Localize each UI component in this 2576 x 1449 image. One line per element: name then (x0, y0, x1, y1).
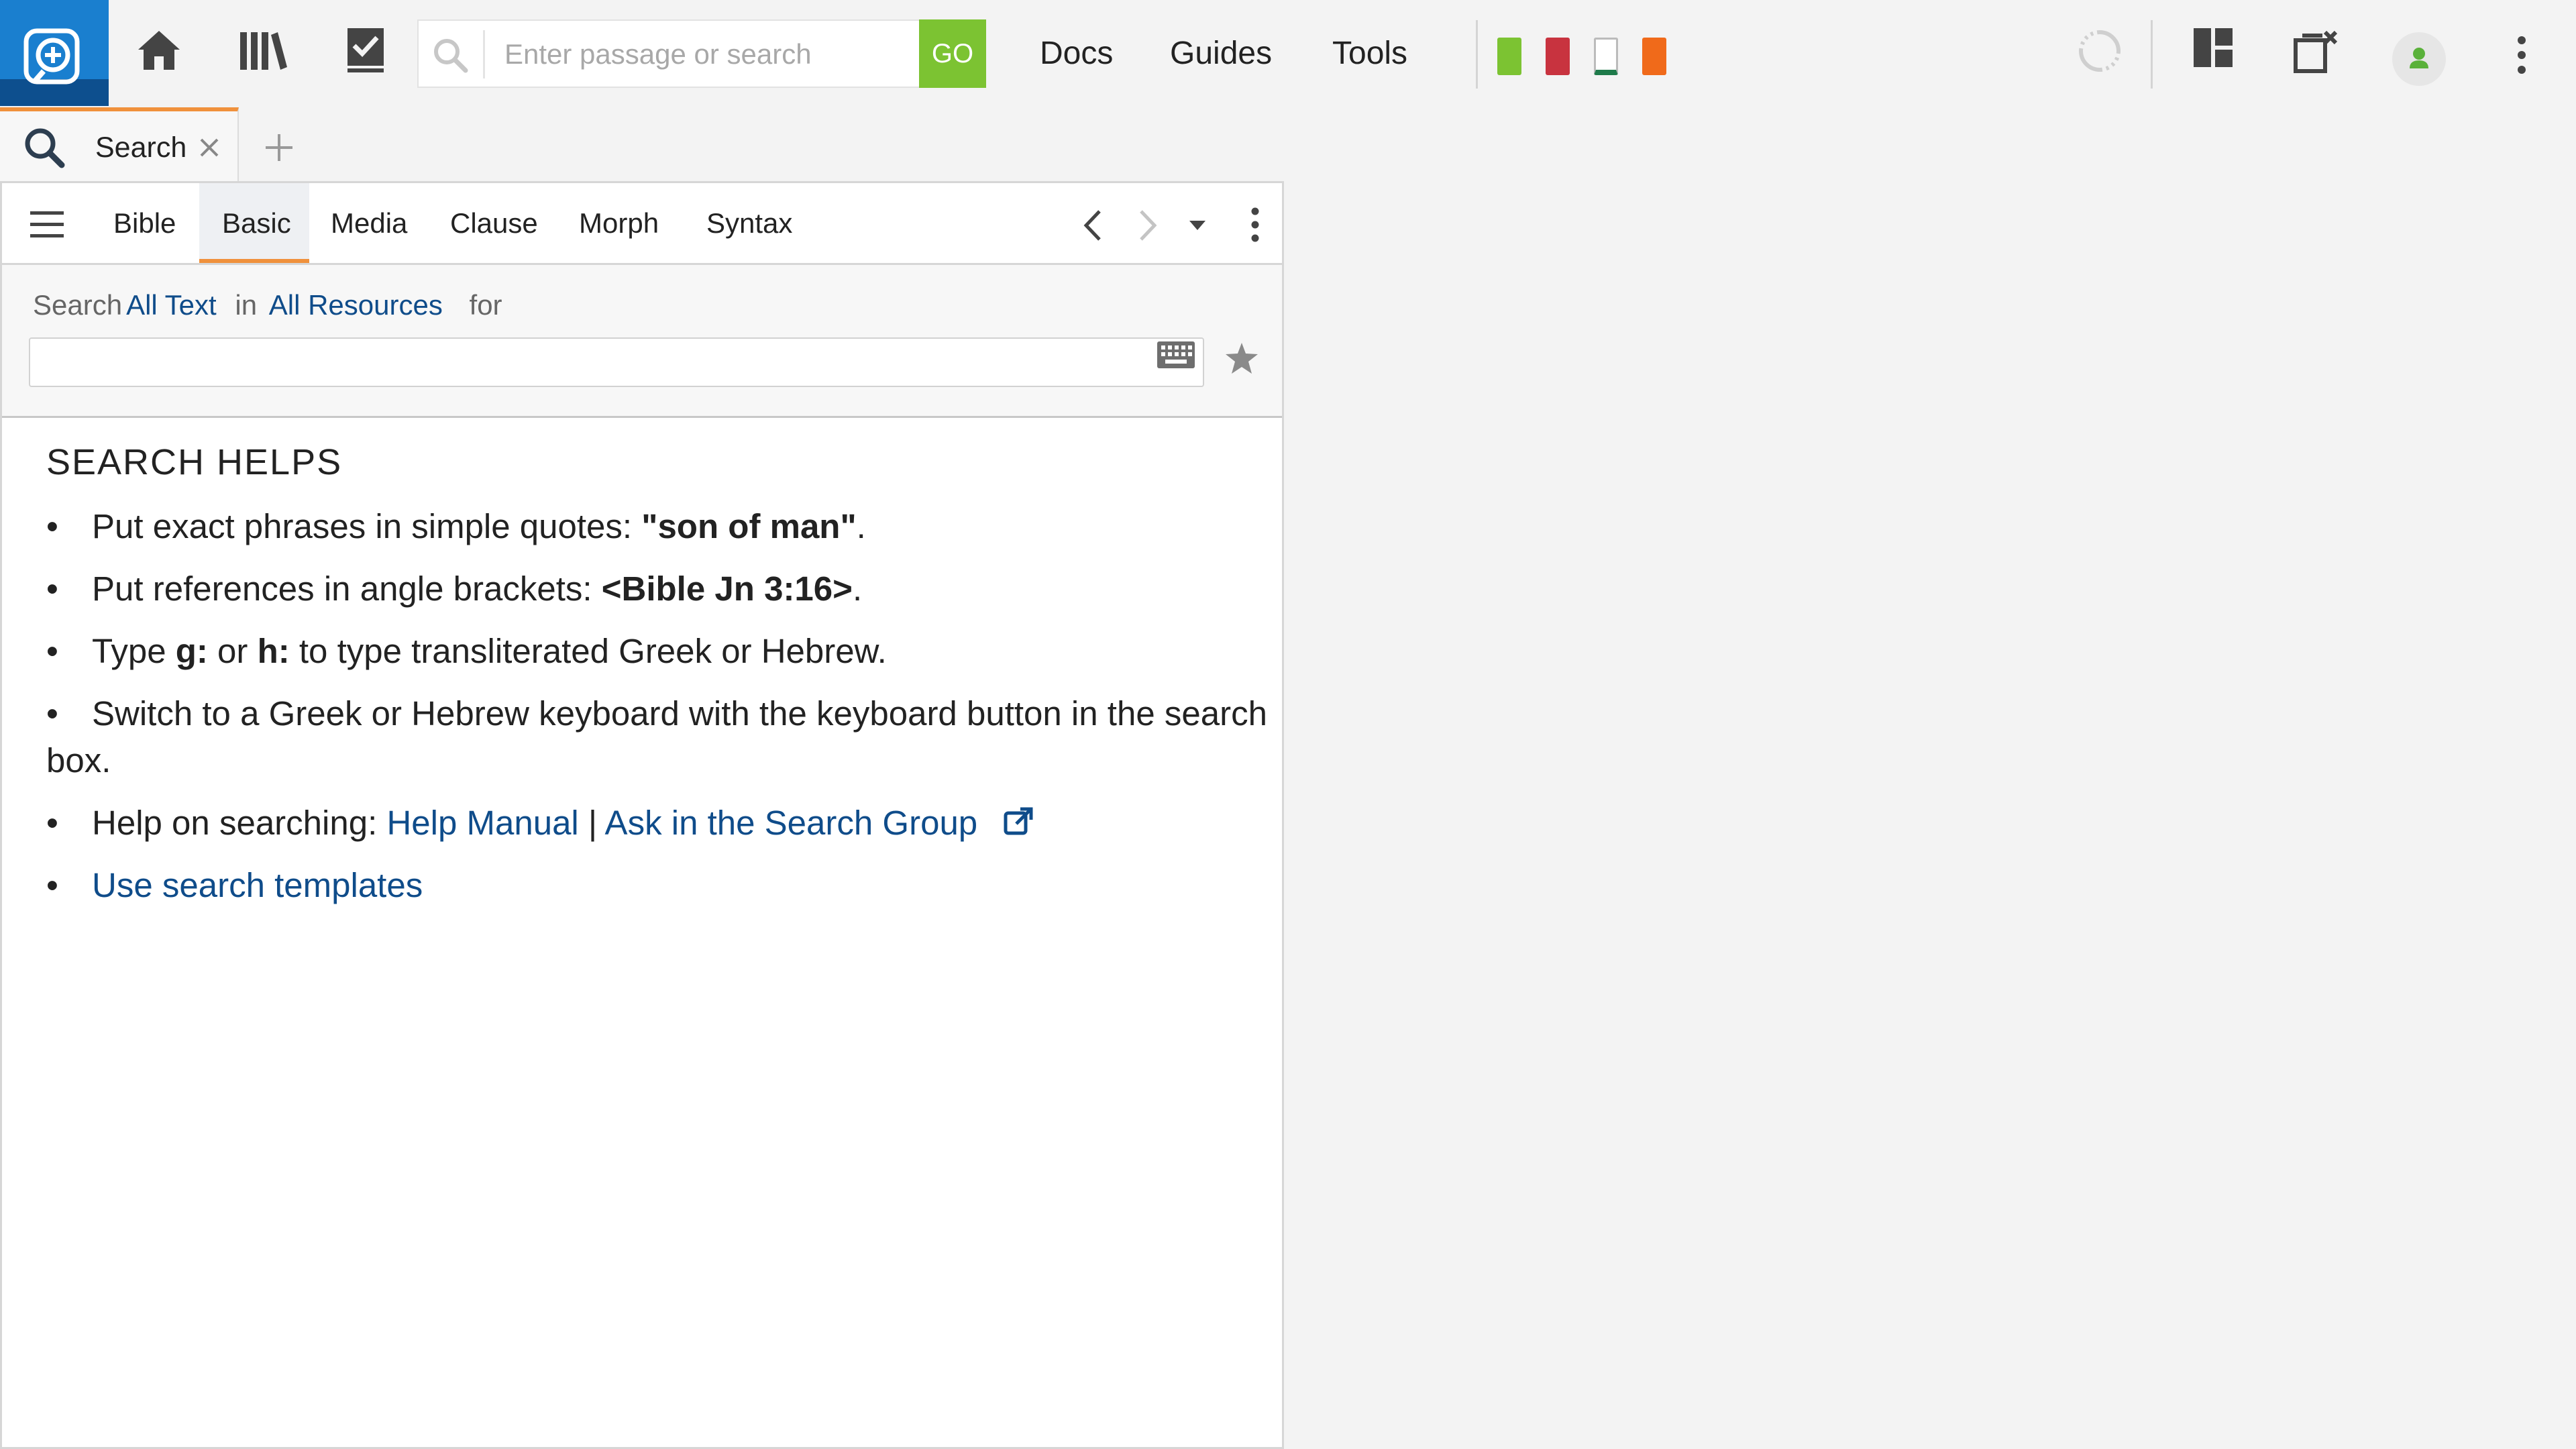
help-text: Help on searching: (92, 804, 387, 842)
tab-morph[interactable]: Morph (579, 207, 659, 239)
bullet: • (46, 632, 58, 670)
panel-menu-icon[interactable] (1248, 206, 1262, 244)
help-item-templates: • Use search templates (46, 862, 1267, 909)
help-manual-link[interactable]: Help Manual (386, 804, 578, 842)
query-input-box (29, 337, 1204, 387)
keyboard-icon[interactable] (1156, 340, 1196, 370)
search-icon (434, 39, 468, 73)
tab-clause[interactable]: Clause (450, 207, 538, 239)
sync-icon[interactable] (2076, 27, 2124, 75)
help-text: Put references in angle brackets: (92, 570, 602, 608)
search-panel: Bible Basic Media Clause Morph Syntax Se… (0, 181, 1284, 1449)
go-button[interactable]: GO (919, 19, 986, 88)
in-word: in (235, 289, 258, 321)
close-icon[interactable] (197, 136, 221, 160)
query-input[interactable] (37, 343, 1137, 382)
menu-docs[interactable]: Docs (1040, 35, 1113, 72)
help-item-keyboard: • Switch to a Greek or Hebrew keyboard wi… (46, 690, 1267, 784)
help-item-help-links: • Help on searching: Help Manual | Ask in… (46, 800, 1267, 847)
bullet: • (46, 866, 58, 904)
bullet: • (46, 694, 58, 733)
star-icon[interactable] (1224, 341, 1259, 375)
help-text: . (852, 570, 863, 608)
query-description: Search All Text in All Resources for (33, 289, 502, 321)
search-templates-link[interactable]: Use search templates (92, 866, 423, 904)
help-item-transliteration: • Type g: or h: to type transliterated Gr… (46, 628, 1267, 675)
resource-link[interactable]: All Resources (269, 289, 443, 321)
help-item-phrases: • Put exact phrases in simple quotes: "so… (46, 503, 1267, 550)
menu-tools[interactable]: Tools (1332, 35, 1407, 72)
bullet: • (46, 570, 58, 608)
add-tab-icon[interactable] (263, 131, 295, 164)
tab-bible[interactable]: Bible (113, 207, 176, 239)
home-icon[interactable] (136, 27, 182, 74)
search-word: Search (33, 289, 123, 321)
menu-guides[interactable]: Guides (1170, 35, 1272, 72)
tab-syntax[interactable]: Syntax (706, 207, 792, 239)
help-text: Type (92, 632, 176, 670)
external-link-icon[interactable] (1003, 806, 1034, 837)
bullet: • (46, 507, 58, 545)
search-helps: SEARCH HELPS • Put exact phrases in simpl… (46, 441, 1267, 924)
more-icon[interactable] (2513, 35, 2530, 75)
hamburger-icon[interactable] (29, 210, 65, 239)
library-icon[interactable] (239, 27, 288, 74)
help-text: to type transliterated Greek or Hebrew. (289, 632, 887, 670)
help-example: "son of man" (641, 507, 857, 545)
recent-book-3[interactable] (1594, 38, 1618, 75)
tab-search-label: Search (95, 131, 187, 164)
passage-search-input[interactable] (504, 33, 907, 76)
tab-search[interactable]: Search (0, 107, 239, 184)
recent-book-4[interactable] (1642, 38, 1666, 75)
help-text: Put exact phrases in simple quotes: (92, 507, 642, 545)
help-example: h: (257, 632, 290, 670)
help-item-references: • Put references in angle brackets: <Bibl… (46, 566, 1267, 612)
logos-logo-button[interactable] (0, 0, 109, 106)
layout-icon[interactable] (2192, 27, 2234, 68)
user-account-button[interactable] (2392, 32, 2446, 86)
help-example: g: (175, 632, 208, 670)
search-group-link[interactable]: Ask in the Search Group (605, 804, 978, 842)
recent-book-2[interactable] (1546, 38, 1570, 75)
user-icon (2410, 48, 2428, 68)
tab-basic[interactable]: Basic (222, 207, 291, 239)
history-dropdown-icon[interactable] (1188, 219, 1207, 231)
for-word: for (469, 289, 502, 321)
query-area: Search All Text in All Resources for (2, 265, 1282, 418)
recent-book-1[interactable] (1497, 38, 1521, 75)
forward-arrow-icon[interactable] (1134, 209, 1161, 242)
back-arrow-icon[interactable] (1079, 209, 1106, 242)
scope-link[interactable]: All Text (126, 289, 217, 321)
search-helps-list: • Put exact phrases in simple quotes: "so… (46, 503, 1267, 909)
bullet: • (46, 804, 58, 842)
search-helps-title: SEARCH HELPS (46, 442, 343, 482)
help-example: <Bible Jn 3:16> (601, 570, 853, 608)
tab-media[interactable]: Media (331, 207, 407, 239)
help-text: . (856, 507, 866, 545)
logo-icon (23, 28, 80, 85)
passage-search-box (417, 19, 919, 88)
help-text: Switch to a Greek or Hebrew keyboard wit… (46, 694, 1267, 780)
search-type-tabs: Bible Basic Media Clause Morph Syntax (2, 183, 1282, 265)
close-panels-icon[interactable] (2293, 30, 2340, 76)
top-toolbar: GO Docs Guides Tools (0, 0, 2576, 109)
help-separator: | (578, 804, 605, 842)
help-text: or (207, 632, 258, 670)
search-icon (25, 128, 65, 168)
checklist-icon[interactable] (346, 27, 385, 74)
